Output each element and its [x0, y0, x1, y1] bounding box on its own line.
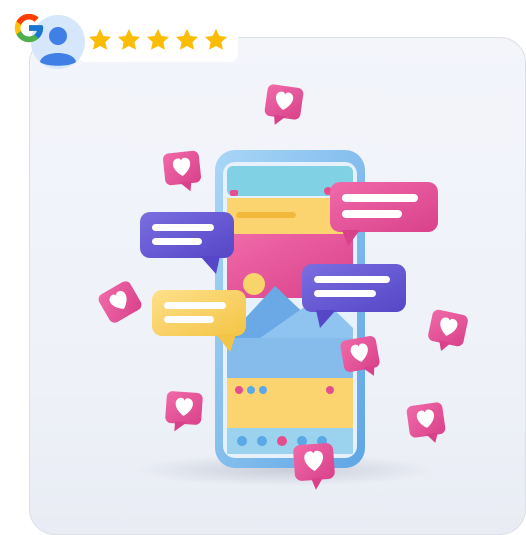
chat-bubble-pink [330, 182, 438, 246]
review-card-container [0, 0, 526, 535]
star-icon [204, 28, 228, 50]
star-icon [88, 28, 112, 50]
google-g-icon [14, 13, 44, 43]
heart-bubble-top [264, 84, 304, 125]
social-media-illustration [98, 84, 468, 490]
illustration-card [29, 37, 526, 535]
heart-bubble-right [428, 309, 468, 352]
star-icon [175, 28, 199, 50]
heart-bubble-upper-left [163, 150, 201, 192]
star-icon [117, 28, 141, 50]
chat-bubble-yellow [152, 290, 246, 352]
screen-lower-panel [227, 378, 353, 428]
heart-bubble-left [98, 281, 142, 323]
review-badge [8, 8, 238, 70]
star-rating [86, 26, 230, 54]
heart-bubble-lower-right [406, 402, 446, 443]
star-icon [146, 28, 170, 50]
heart-bubble-lower-left [165, 391, 203, 432]
